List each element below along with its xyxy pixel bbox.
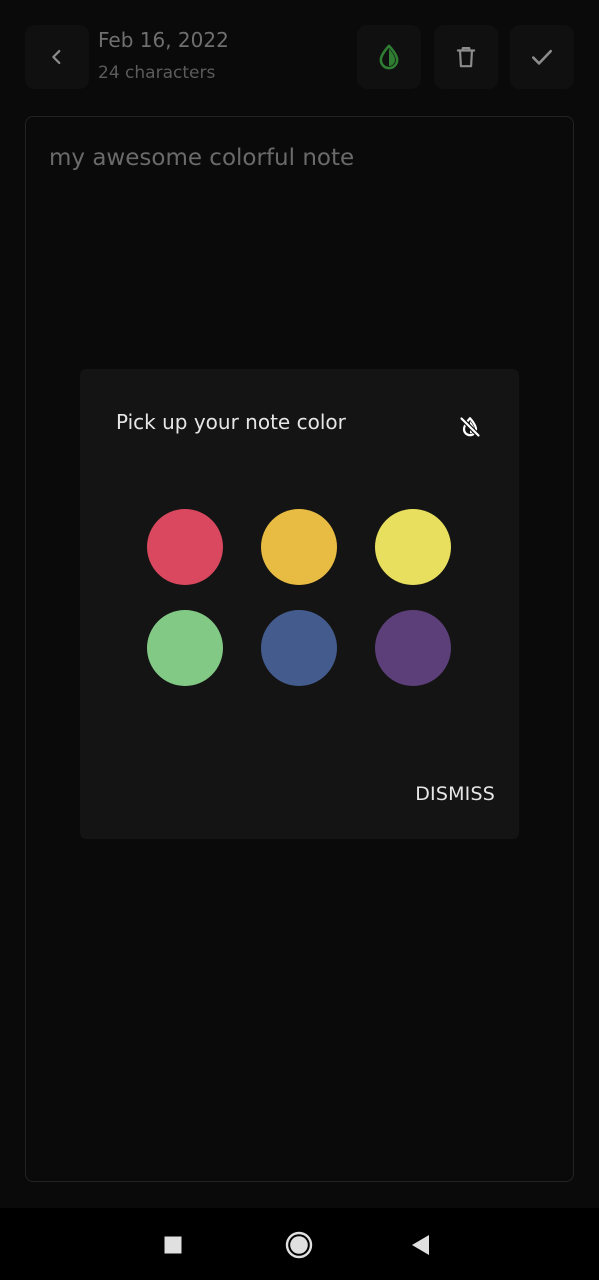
system-back-button[interactable]: [403, 1228, 437, 1262]
trash-icon: [456, 47, 476, 68]
note-color-button[interactable]: [357, 25, 421, 89]
color-swatch-orange[interactable]: [261, 509, 337, 585]
color-swatch-blue[interactable]: [261, 610, 337, 686]
invert-colors-off-icon: [459, 416, 481, 438]
circle-home-icon: [285, 1231, 313, 1259]
checkmark-icon: [531, 49, 553, 65]
remove-color-button[interactable]: [455, 412, 485, 442]
note-date: Feb 16, 2022: [98, 28, 229, 52]
home-button[interactable]: [282, 1228, 316, 1262]
contrast-drop-icon: [379, 44, 399, 70]
note-editor-screen: Feb 16, 2022 24 characters my awesome co…: [0, 0, 599, 1208]
triangle-back-icon: [412, 1235, 429, 1255]
system-navigation-bar: [0, 1208, 599, 1280]
character-count: 24 characters: [98, 63, 216, 83]
save-button[interactable]: [510, 25, 574, 89]
back-button[interactable]: [25, 25, 89, 89]
square-icon: [164, 1236, 182, 1254]
color-picker-dialog: Pick up your note color DISMISS: [80, 369, 519, 839]
dialog-title: Pick up your note color: [116, 410, 346, 434]
color-swatch-purple[interactable]: [375, 610, 451, 686]
note-text[interactable]: my awesome colorful note: [49, 143, 354, 173]
recents-button[interactable]: [156, 1228, 190, 1262]
dismiss-button[interactable]: DISMISS: [415, 781, 495, 807]
color-swatch-red[interactable]: [147, 509, 223, 585]
delete-button[interactable]: [434, 25, 498, 89]
color-swatch-yellow[interactable]: [375, 509, 451, 585]
color-swatch-green[interactable]: [147, 610, 223, 686]
chevron-left-icon: [52, 49, 61, 65]
